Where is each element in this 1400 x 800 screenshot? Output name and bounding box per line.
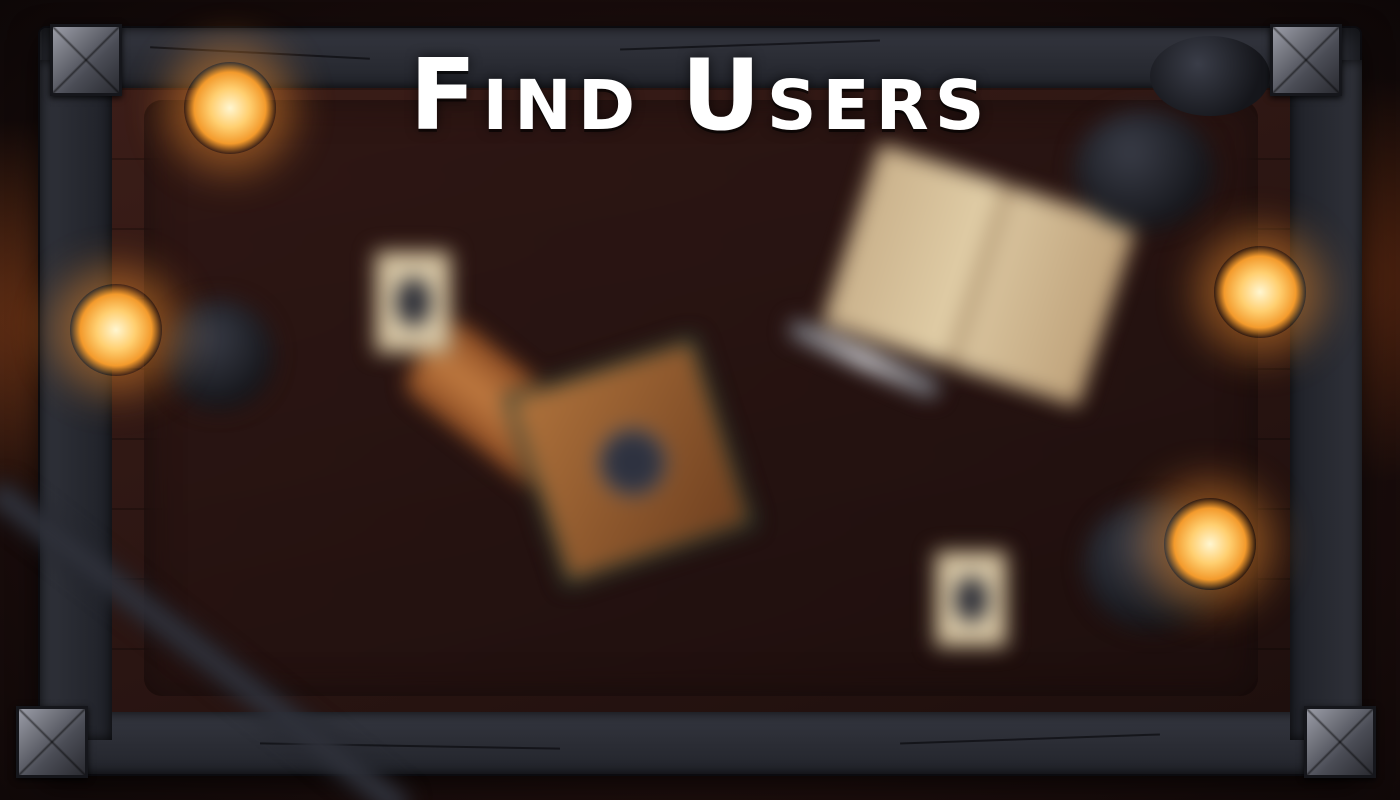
search-panel: [0, 100, 1258, 800]
candle-icon: [1164, 498, 1256, 590]
game-background: Find Users: [0, 0, 1400, 800]
card-icon: [374, 250, 452, 354]
frame-plank-right: [1290, 60, 1362, 740]
corner-stud-icon: [1304, 706, 1376, 778]
card-icon: [934, 550, 1008, 648]
pot-icon: [164, 300, 274, 410]
frame-plank-bottom: [70, 712, 1330, 774]
shield-box-icon: [502, 333, 758, 589]
page-title: Find Users: [409, 39, 991, 153]
candle-icon: [70, 284, 162, 376]
frame-plank-left: [40, 60, 112, 740]
corner-stud-icon: [16, 706, 88, 778]
blurred-table-items: [0, 100, 1258, 800]
candle-icon: [1214, 246, 1306, 338]
